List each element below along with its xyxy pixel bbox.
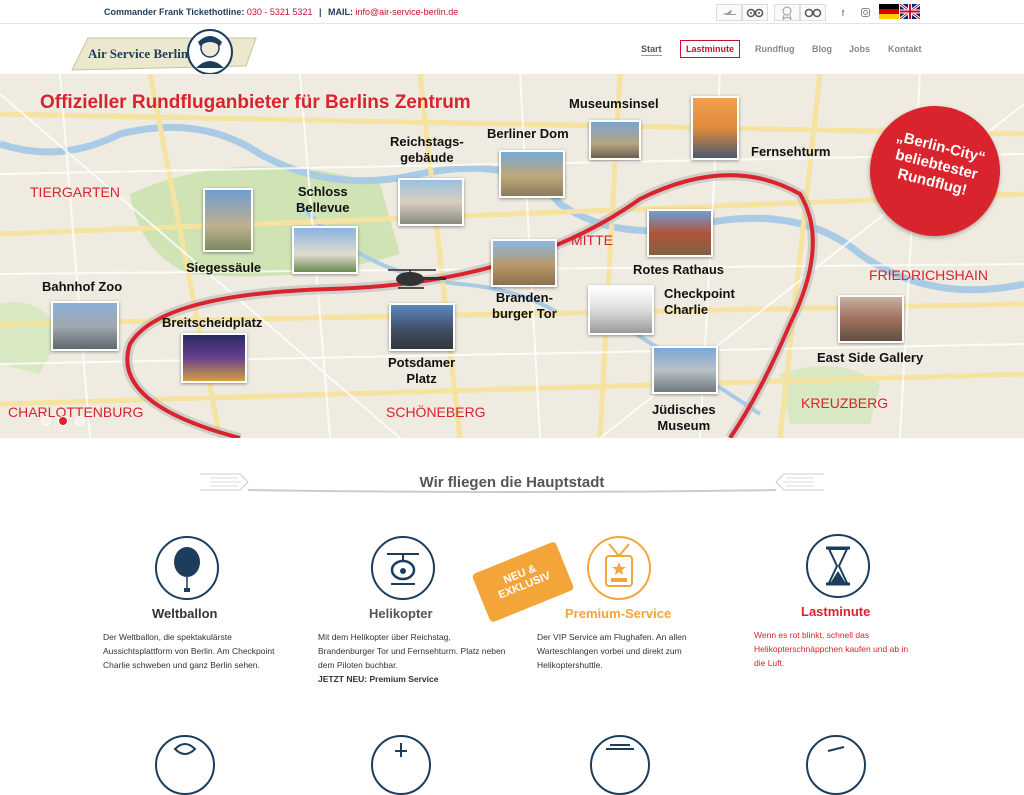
district-tiergarten: TIERGARTEN <box>30 184 120 200</box>
schloss-bellevue-photo <box>292 226 358 274</box>
balloon-icon <box>174 547 200 592</box>
label-brandenburger-tor: Branden- burger Tor <box>492 290 557 321</box>
label-bahnhof-zoo: Bahnhof Zoo <box>42 279 123 294</box>
holidaycheck-icon[interactable] <box>716 4 742 21</box>
weltballon-icon-circle[interactable] <box>155 536 219 600</box>
label-siegessaeule: Siegessäule <box>186 260 262 275</box>
label-checkpoint-charlie: Checkpoint Charlie <box>664 286 735 317</box>
rotes-rathaus-photo <box>647 209 713 257</box>
nav-lastminute[interactable]: Lastminute <box>680 40 741 58</box>
uk-flag-icon[interactable] <box>899 2 921 21</box>
brandenburger-tor-photo <box>491 239 557 287</box>
hotline-label: Commander Frank Tickethotline: <box>104 7 245 17</box>
checkpoint-charlie-photo <box>588 285 654 335</box>
hotline-number[interactable]: 030 - 5321 5321 <box>247 7 313 17</box>
nav-kontakt[interactable]: Kontakt <box>888 44 922 54</box>
label-reichstag: Reichstags- gebäude <box>390 134 464 165</box>
helikopter-icon-circle[interactable] <box>371 536 435 600</box>
slider-dot-3[interactable] <box>75 416 85 426</box>
premium-icon-circle[interactable] <box>587 536 651 600</box>
label-rotes-rathaus: Rotes Rathaus <box>633 262 725 277</box>
lastminute-title[interactable]: Lastminute <box>801 604 870 619</box>
instagram-icon[interactable] <box>856 4 874 21</box>
label-potsdamer-platz: Potsdamer Platz <box>388 355 456 386</box>
fernsehturm-photo <box>691 96 739 160</box>
tripadvisor-2-icon[interactable] <box>800 4 826 21</box>
label-schloss-bellevue: Schloss Bellevue <box>296 184 350 215</box>
weltballon-title[interactable]: Weltballon <box>152 606 217 621</box>
premium-title[interactable]: Premium-Service <box>565 606 671 621</box>
premium-text: Der VIP Service am Flughafen. An allen W… <box>537 632 687 670</box>
nav-jobs[interactable]: Jobs <box>849 44 870 54</box>
facebook-icon[interactable]: f <box>834 4 852 21</box>
helikopter-extra[interactable]: JETZT NEU: Premium Service <box>318 672 508 686</box>
section-title: Wir fliegen die Hauptstadt <box>419 474 605 491</box>
district-friedrichshain: FRIEDRICHSHAIN <box>869 267 989 283</box>
hero-title: Offizieller Rundfluganbieter für Berlins… <box>40 92 471 113</box>
hotline-info: Commander Frank Tickethotline: 030 - 532… <box>104 7 459 17</box>
bahnhof-zoo-photo <box>51 301 119 351</box>
label-breitscheidplatz: Breitscheidplatz <box>162 315 263 330</box>
german-flag-icon[interactable] <box>879 4 899 19</box>
tripadvisor-icon[interactable] <box>742 4 768 21</box>
slider-dot-1[interactable] <box>41 416 51 426</box>
juedisches-museum-photo <box>652 346 718 394</box>
lastminute-icon-circle[interactable] <box>806 534 870 598</box>
logo-text: Air Service Berlin <box>88 46 189 61</box>
award-icon[interactable] <box>774 4 800 21</box>
district-schoeneberg: SCHÖNEBERG <box>386 404 486 420</box>
helicopter-icon <box>387 553 419 585</box>
new-exclusive-ribbon: NEU & EXKLUSIV <box>471 541 575 623</box>
weltballon-text: Der Weltballon, die spektakulärste Aussi… <box>103 632 275 670</box>
district-mitte: MITTE <box>571 232 613 248</box>
hero-slider[interactable]: Offizieller Rundfluganbieter für Berlins… <box>0 74 1024 438</box>
bottom-icon-2[interactable] <box>371 735 431 795</box>
east-side-gallery-photo <box>838 295 904 343</box>
bottom-icon-1[interactable] <box>155 735 215 795</box>
nav-start[interactable]: Start <box>641 44 662 56</box>
museumsinsel-photo <box>589 120 641 160</box>
reichstag-photo <box>398 178 464 226</box>
mail-label: MAIL: <box>328 7 354 17</box>
label-east-side-gallery: East Side Gallery <box>817 350 924 365</box>
slider-dot-2[interactable] <box>58 416 68 426</box>
helikopter-title[interactable]: Helikopter <box>369 606 433 621</box>
berliner-dom-photo <box>499 150 565 198</box>
label-berliner-dom: Berliner Dom <box>487 126 569 141</box>
breitscheidplatz-photo <box>181 333 247 383</box>
top-bar: Commander Frank Tickethotline: 030 - 532… <box>0 0 1024 24</box>
bottom-icon-3[interactable] <box>590 735 650 795</box>
site-logo[interactable]: Air Service Berlin <box>70 28 260 75</box>
siegessaeule-photo <box>203 188 253 252</box>
nav-blog[interactable]: Blog <box>812 44 832 54</box>
label-juedisches-museum: Jüdisches Museum <box>652 402 716 433</box>
lastminute-text: Wenn es rot blinkt, schnell das Helikopt… <box>754 630 909 668</box>
label-museumsinsel: Museumsinsel <box>569 96 659 111</box>
district-kreuzberg: KREUZBERG <box>801 395 889 411</box>
helikopter-text: Mit dem Helikopter über Reichstag, Brand… <box>318 632 506 670</box>
vip-pass-icon <box>605 543 633 587</box>
potsdamer-platz-photo <box>389 303 455 351</box>
mail-link[interactable]: info@air-service-berlin.de <box>356 7 459 17</box>
nav-rundflug[interactable]: Rundflug <box>755 44 795 54</box>
hourglass-icon <box>826 546 850 586</box>
label-fernsehturm: Fernsehturm <box>751 144 831 159</box>
bottom-icon-4[interactable] <box>806 735 866 795</box>
